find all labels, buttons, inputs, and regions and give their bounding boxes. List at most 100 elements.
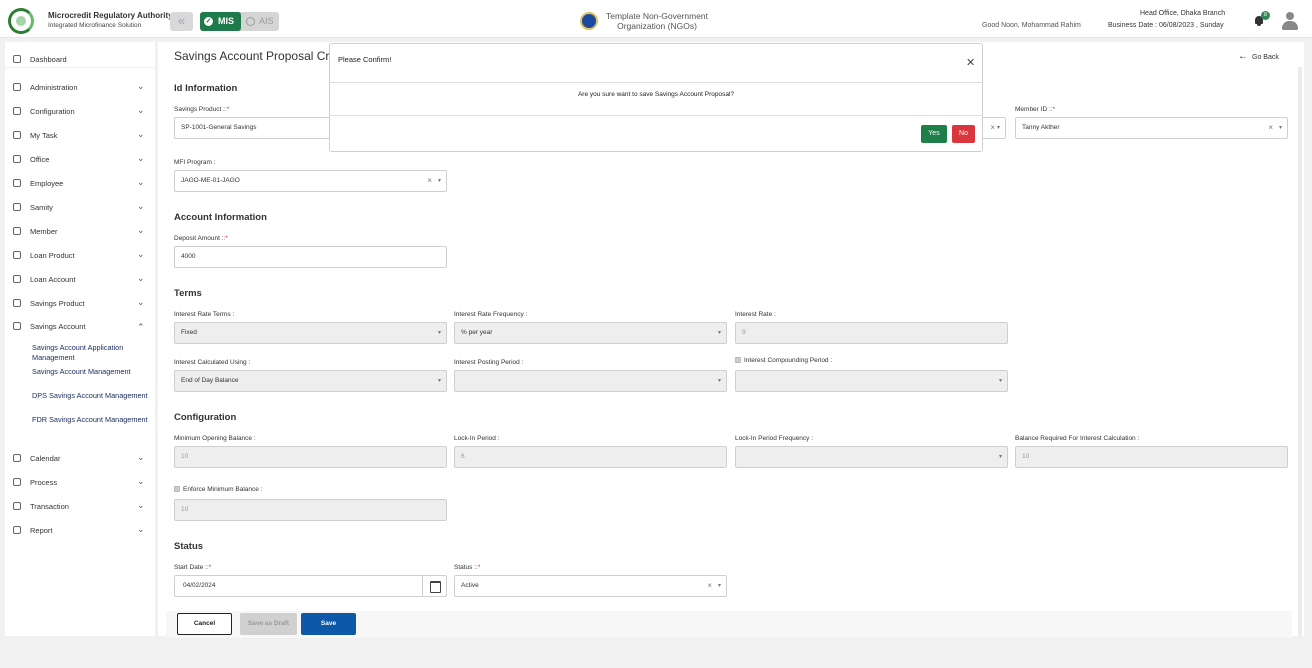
sidebar-item-configuration[interactable]: Configuration ⌄ xyxy=(5,104,155,120)
users-gear-icon xyxy=(13,83,21,91)
balance-required-input[interactable]: 10 xyxy=(1015,446,1288,468)
interest-rate-frequency-select[interactable]: % per year ▾ xyxy=(454,322,727,344)
caret-down-icon: ▾ xyxy=(998,454,1002,460)
interest-rate-frequency-label: Interest Rate Frequency : xyxy=(454,311,528,318)
sidebar-item-samity[interactable]: Samity ⌄ xyxy=(5,200,155,216)
chevron-down-icon: ⌄ xyxy=(137,524,145,534)
sidebar-collapse-button[interactable]: « xyxy=(170,12,193,31)
calendar-icon[interactable] xyxy=(422,576,446,596)
sidebar-item-label: Report xyxy=(30,526,53,535)
user-avatar[interactable] xyxy=(1282,12,1298,30)
report-icon xyxy=(13,526,21,534)
mode-switch: ✓ MIS AIS xyxy=(200,12,279,31)
mfi-program-select[interactable]: JAGO-ME-01-JAGO × ▾ xyxy=(174,170,447,192)
sidebar-item-savings-account[interactable]: Savings Account ⌃ xyxy=(5,319,155,335)
clear-icon[interactable]: × xyxy=(1268,118,1273,138)
scrollbar[interactable] xyxy=(1298,67,1302,637)
min-opening-balance-label: Minimum Opening Balance : xyxy=(174,435,256,442)
ais-mode-button[interactable]: AIS xyxy=(241,12,279,31)
deposit-amount-input[interactable]: 4000 xyxy=(174,246,447,268)
start-date-input[interactable]: 04/02/2024 xyxy=(174,575,447,597)
caret-down-icon: ▾ xyxy=(437,378,441,384)
savings-product-label: Savings Product ::* xyxy=(174,106,230,113)
loan-account-icon xyxy=(13,275,21,283)
double-chevron-left-icon: « xyxy=(177,13,186,28)
sidebar-item-calendar[interactable]: Calendar ⌄ xyxy=(5,451,155,467)
sidebar-item-label: Dashboard xyxy=(30,55,67,64)
required-marker: :* xyxy=(476,564,481,571)
cancel-button[interactable]: Cancel xyxy=(177,613,232,635)
member-id-label: Member ID ::* xyxy=(1015,106,1056,113)
sidebar-item-dashboard[interactable]: Dashboard xyxy=(5,52,155,68)
chevron-down-icon: ⌄ xyxy=(137,105,145,115)
lockin-frequency-select[interactable]: ▾ xyxy=(735,446,1008,468)
interest-calculated-using-select[interactable]: End of Day Balance ▾ xyxy=(174,370,447,392)
sidebar-subitem-dps-management[interactable]: DPS Savings Account Management xyxy=(32,391,152,401)
sidebar-item-label: Employee xyxy=(30,179,64,188)
sidebar-item-transaction[interactable]: Transaction ⌄ xyxy=(5,499,155,515)
member-id-select[interactable]: Tanny Akther × ▾ xyxy=(1015,117,1288,139)
confirm-dialog: Please Confirm! ✕ Are you sure want to s… xyxy=(329,43,983,152)
clear-icon[interactable]: × xyxy=(707,576,712,596)
org-name: Microcredit Regulatory Authority xyxy=(48,11,173,20)
sidebar-item-label: Administration xyxy=(30,83,78,92)
mfi-program-label: MFI Program : xyxy=(174,159,216,166)
interest-calculated-using-label: Interest Calculated Using : xyxy=(174,359,251,366)
sidebar-item-process[interactable]: Process ⌄ xyxy=(5,475,155,491)
sidebar-item-office[interactable]: Office ⌄ xyxy=(5,152,155,168)
lockin-period-input[interactable]: 6 xyxy=(454,446,727,468)
section-id-information: Id Information xyxy=(174,83,238,94)
process-icon xyxy=(13,478,21,486)
compounding-checkbox[interactable] xyxy=(735,357,741,363)
chevron-down-icon: ⌄ xyxy=(137,153,145,163)
sidebar-item-administration[interactable]: Administration ⌄ xyxy=(5,80,155,96)
page-title: Savings Account Proposal Cr xyxy=(174,49,330,63)
status-select[interactable]: Active × ▾ xyxy=(454,575,727,597)
interest-posting-period-select[interactable]: ▾ xyxy=(454,370,727,392)
interest-rate-terms-select[interactable]: Fixed ▾ xyxy=(174,322,447,344)
sidebar-item-loan-account[interactable]: Loan Account ⌄ xyxy=(5,272,155,288)
save-as-draft-button[interactable]: Save as Draft xyxy=(240,613,297,635)
enforce-min-balance-input[interactable]: 10 xyxy=(174,499,447,521)
interest-posting-period-label: Interest Posting Period : xyxy=(454,359,524,366)
close-icon[interactable]: ✕ xyxy=(966,56,975,69)
sidebar-item-my-task[interactable]: My Task ⌄ xyxy=(5,128,155,144)
samity-icon xyxy=(13,203,21,211)
section-configuration: Configuration xyxy=(174,412,237,423)
clear-icon[interactable]: × xyxy=(427,171,432,191)
enforce-min-balance-checkbox[interactable] xyxy=(174,486,180,492)
sidebar-item-report[interactable]: Report ⌄ xyxy=(5,523,155,539)
dashboard-icon xyxy=(13,55,21,63)
sidebar-item-label: Office xyxy=(30,155,50,164)
mra-logo-icon xyxy=(8,8,34,34)
interest-rate-input[interactable]: 9 xyxy=(735,322,1008,344)
sidebar-item-employee[interactable]: Employee ⌄ xyxy=(5,176,155,192)
min-opening-balance-input[interactable]: 10 xyxy=(174,446,447,468)
chevron-down-icon: ⌄ xyxy=(137,500,145,510)
interest-compounding-period-select[interactable]: ▾ xyxy=(735,370,1008,392)
sidebar-item-savings-product[interactable]: Savings Product ⌄ xyxy=(5,296,155,312)
sidebar-subitem-fdr-management[interactable]: FDR Savings Account Management xyxy=(32,415,152,425)
save-button[interactable]: Save xyxy=(301,613,356,635)
section-terms: Terms xyxy=(174,288,202,299)
mis-mode-button[interactable]: ✓ MIS xyxy=(200,12,241,31)
ban-icon xyxy=(246,17,255,26)
sidebar-item-label: Loan Account xyxy=(30,275,76,284)
clear-icon[interactable]: × xyxy=(990,118,995,138)
interest-compounding-period-label: Interest Compounding Period : xyxy=(735,357,832,364)
sidebar-item-label: Loan Product xyxy=(30,251,75,260)
yes-button[interactable]: Yes xyxy=(921,125,947,143)
sidebar-subitem-account-management[interactable]: Savings Account Management xyxy=(32,367,152,377)
sidebar-item-label: Transaction xyxy=(30,502,69,511)
chevron-down-icon: ⌄ xyxy=(137,452,145,462)
start-date-label: Start Date ::* xyxy=(174,564,212,571)
go-back-link[interactable]: ← Go Back xyxy=(1238,51,1279,62)
go-back-label: Go Back xyxy=(1252,54,1279,61)
user-greeting: Good Noon, Mohammad Rahim xyxy=(982,22,1081,29)
sidebar-item-loan-product[interactable]: Loan Product ⌄ xyxy=(5,248,155,264)
sidebar-subitem-application-management[interactable]: Savings Account Application Management xyxy=(32,343,152,363)
sidebar-item-label: Process xyxy=(30,478,58,487)
sidebar-item-member[interactable]: Member ⌄ xyxy=(5,224,155,240)
ngo-name: Template Non-Government Organization (NG… xyxy=(605,11,709,31)
no-button[interactable]: No xyxy=(952,125,975,143)
